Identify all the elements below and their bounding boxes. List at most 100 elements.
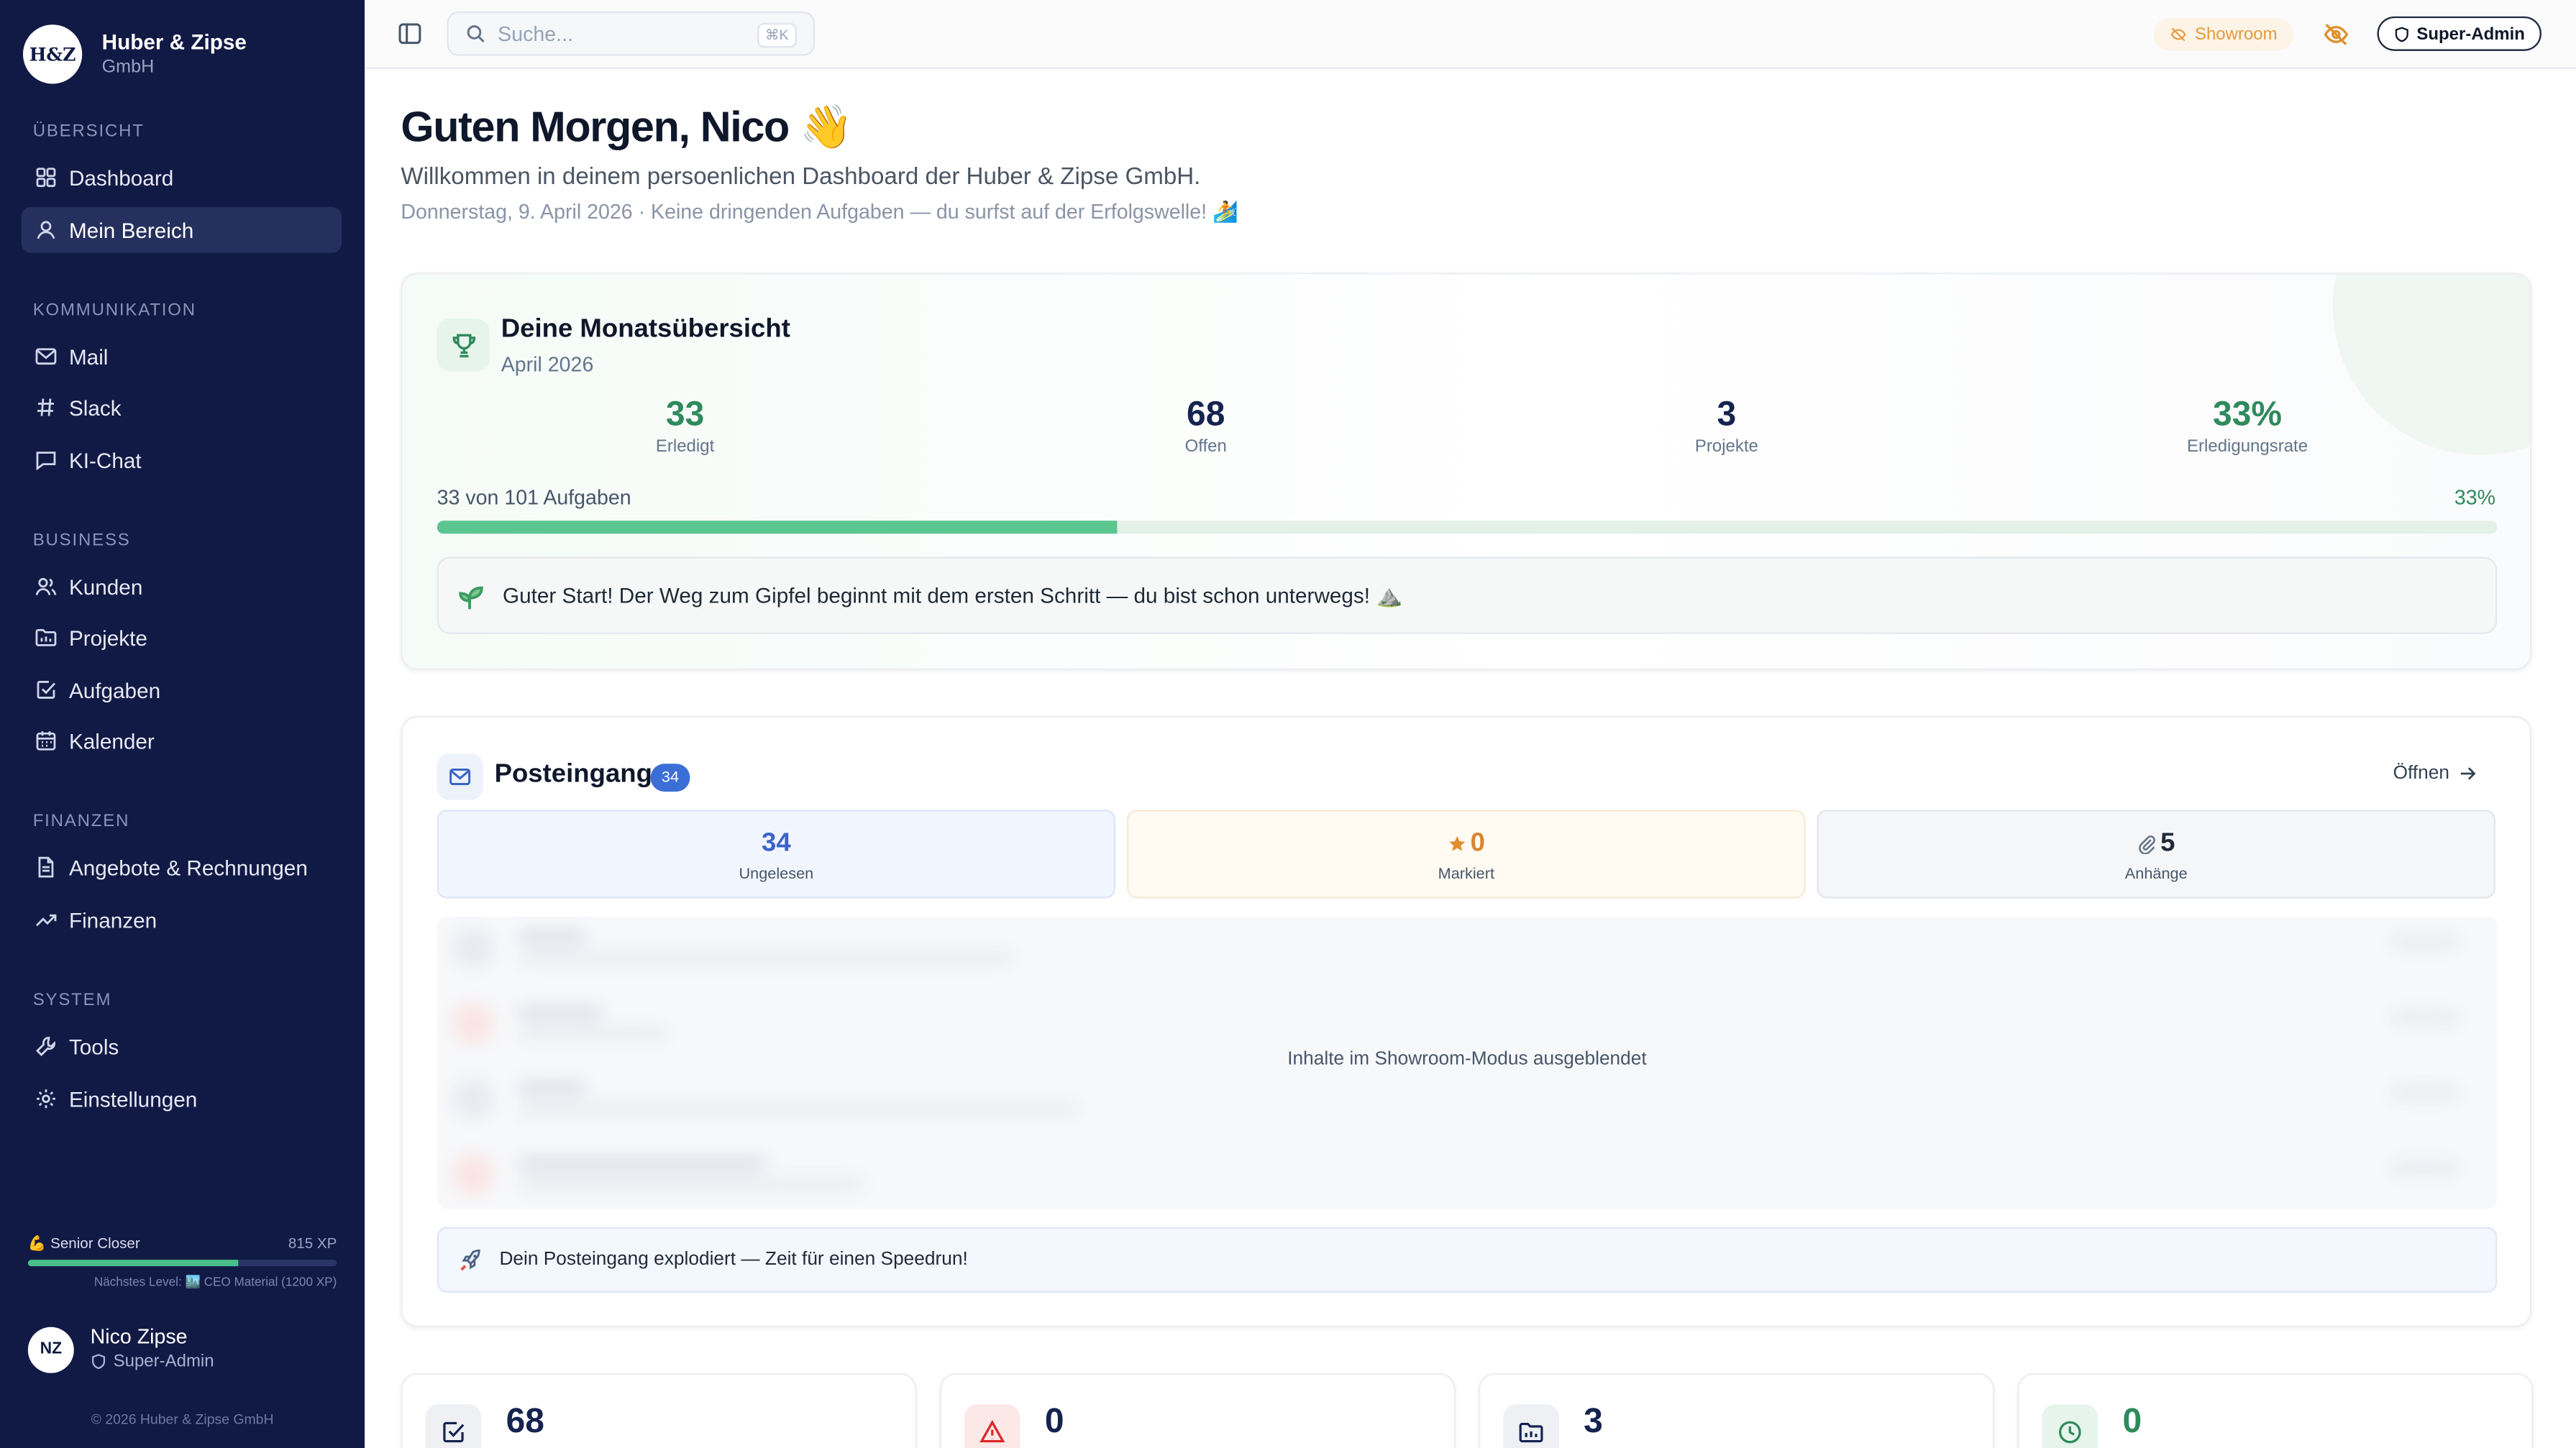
sidebar-item-angebote-rechnungen[interactable]: Angebote & Rechnungen	[22, 844, 342, 890]
sidebar-toggle-icon[interactable]	[398, 22, 422, 46]
sidebar-item-label: Kalender	[68, 728, 155, 753]
welcome-text: Willkommen in deinem persoenlichen Dashb…	[401, 164, 1201, 191]
folder-icon	[1519, 1422, 1543, 1443]
marked-label: Markiert	[1438, 865, 1495, 884]
sidebar-item-label: Projekte	[68, 625, 147, 650]
inbox-count-badge: 34	[650, 764, 690, 792]
sidebar-item-label: Einstellungen	[68, 1086, 198, 1112]
stat-value: 68	[1187, 395, 1225, 434]
motivation-text: Guter Start! Der Weg zum Gipfel beginnt …	[503, 582, 1403, 608]
nav-section-system: SYSTEM	[32, 990, 112, 1010]
sidebar-item-tools[interactable]: Tools	[22, 1023, 342, 1069]
sprout-icon	[459, 585, 483, 609]
search-input[interactable]: Suche...	[498, 22, 573, 45]
sidebar-item-finanzen[interactable]: Finanzen	[22, 897, 342, 943]
nav-section-uebersicht: ÜBERSICHT	[32, 122, 145, 142]
mini-stat-value: 3	[1584, 1402, 1603, 1441]
inbox-open-link[interactable]: Öffnen	[2393, 764, 2477, 784]
sidebar-item-label: Angebote & Rechnungen	[68, 855, 308, 880]
showroom-badge[interactable]: Showroom	[2153, 18, 2294, 51]
rocket-icon	[460, 1248, 480, 1270]
eye-off-icon[interactable]	[2323, 22, 2349, 48]
star-icon	[1449, 836, 1466, 851]
user-profile[interactable]: NZ Nico Zipse Super-Admin	[27, 1326, 214, 1373]
inbox-icon-box	[437, 753, 483, 800]
stat-projekte: 3 Projekte	[1562, 396, 1891, 457]
inbox-attachments-tile[interactable]: 5 Anhänge	[1817, 810, 2496, 899]
inbox-unread-tile[interactable]: 34 Ungelesen	[437, 810, 1116, 899]
search-icon	[467, 25, 485, 43]
trophy-icon	[452, 333, 475, 357]
sidebar-item-einstellungen[interactable]: Einstellungen	[22, 1076, 342, 1122]
sidebar-item-kalender[interactable]: Kalender	[22, 718, 342, 764]
list-item	[453, 999, 2474, 1048]
mini-stat-icon-box	[964, 1404, 1020, 1448]
mini-stat-card-urgent[interactable]: 0	[939, 1373, 1456, 1448]
attachments-label: Anhänge	[2124, 865, 2188, 884]
role-badge[interactable]: Super-Admin	[2377, 16, 2541, 51]
progress-label: 33 von 101 Aufgaben	[437, 486, 631, 510]
stat-erledigungsrate: 33% Erledigungsrate	[2083, 396, 2412, 457]
gear-icon	[36, 1089, 55, 1109]
inbox-footer-text: Dein Posteingang explodiert — Zeit für e…	[499, 1250, 968, 1270]
sidebar-item-slack[interactable]: Slack	[22, 385, 342, 431]
month-overview-card: Deine Monatsübersicht April 2026 33 Erle…	[401, 272, 2532, 671]
inbox-title: Posteingang	[494, 760, 652, 789]
xp-progress-bar	[27, 1260, 337, 1267]
calendar-icon	[36, 731, 56, 751]
sidebar-item-kunden[interactable]: Kunden	[22, 564, 342, 610]
date-subline: Donnerstag, 9. April 2026 · Keine dringe…	[401, 200, 1238, 224]
user-role: Super-Admin	[91, 1350, 214, 1373]
user-role-label: Super-Admin	[113, 1352, 214, 1372]
layout-grid-icon	[36, 168, 56, 188]
stat-offen: 68 Offen	[1041, 396, 1370, 457]
mini-stat-icon-box	[1503, 1404, 1559, 1448]
shield-icon	[2395, 26, 2408, 42]
search-shortcut: ⌘K	[757, 22, 797, 48]
nav-section-finanzen: FINANZEN	[32, 811, 130, 831]
sidebar-item-label: Aufgaben	[68, 677, 161, 702]
stat-label: Erledigt	[655, 436, 715, 457]
mail-icon	[449, 769, 471, 786]
role-label: Super-Admin	[2416, 24, 2525, 44]
sidebar-item-dashboard[interactable]: Dashboard	[22, 155, 342, 201]
inbox-marked-tile[interactable]: 0 Markiert	[1127, 810, 1806, 899]
sidebar-item-aufgaben[interactable]: Aufgaben	[22, 666, 342, 712]
clock-icon	[2059, 1421, 2081, 1444]
sidebar-item-label: Slack	[68, 395, 122, 420]
search-bar[interactable]: Suche... ⌘K	[447, 11, 816, 56]
nav-section-kommunikation: KOMMUNIKATION	[32, 301, 196, 321]
sidebar-item-label: Mail	[68, 344, 109, 369]
stat-label: Projekte	[1694, 436, 1758, 457]
mini-stat-card-tasks[interactable]: 68	[401, 1373, 917, 1448]
sidebar-item-mein-bereich[interactable]: Mein Bereich	[21, 206, 342, 253]
mini-stat-icon-box	[2042, 1404, 2098, 1448]
sidebar-item-label: Finanzen	[68, 907, 157, 933]
file-icon	[38, 856, 54, 878]
open-label: Öffnen	[2393, 764, 2450, 784]
topbar: Suche... ⌘K Showroom Super-Admin	[365, 0, 2576, 69]
trending-up-icon	[35, 914, 57, 927]
main-content: Suche... ⌘K Showroom Super-Admin Guten M…	[365, 0, 2576, 1448]
brand-logo: H&Z	[22, 24, 83, 84]
sidebar-item-ki-chat[interactable]: KI-Chat	[22, 437, 342, 483]
progress-bar	[437, 521, 2498, 534]
unread-label: Ungelesen	[739, 865, 814, 884]
app-window: H&Z Huber & Zipse GmbH ÜBERSICHT Dashboa…	[0, 0, 2576, 1448]
shield-icon	[92, 1354, 106, 1370]
trophy-icon-box	[437, 319, 490, 372]
stat-label: Erledigungsrate	[2187, 436, 2308, 457]
sidebar-item-label: Tools	[68, 1034, 119, 1059]
brand[interactable]: H&Z Huber & Zipse GmbH	[22, 24, 247, 84]
mail-icon	[35, 348, 57, 365]
mini-stat-card-time[interactable]: 0	[2017, 1373, 2534, 1448]
xp-next-level: Nächstes Level: 🏙️ CEO Material (1200 XP…	[93, 1274, 337, 1290]
list-item	[453, 1150, 2474, 1199]
mini-stat-value: 0	[1044, 1402, 1064, 1441]
sidebar-item-mail[interactable]: Mail	[22, 334, 342, 380]
avatar: NZ	[27, 1326, 74, 1373]
marked-count: 0	[1470, 829, 1485, 858]
sidebar-item-projekte[interactable]: Projekte	[22, 614, 342, 660]
mini-stat-card-projects[interactable]: 3	[1478, 1373, 1995, 1448]
mini-stat-value: 0	[2122, 1402, 2142, 1441]
